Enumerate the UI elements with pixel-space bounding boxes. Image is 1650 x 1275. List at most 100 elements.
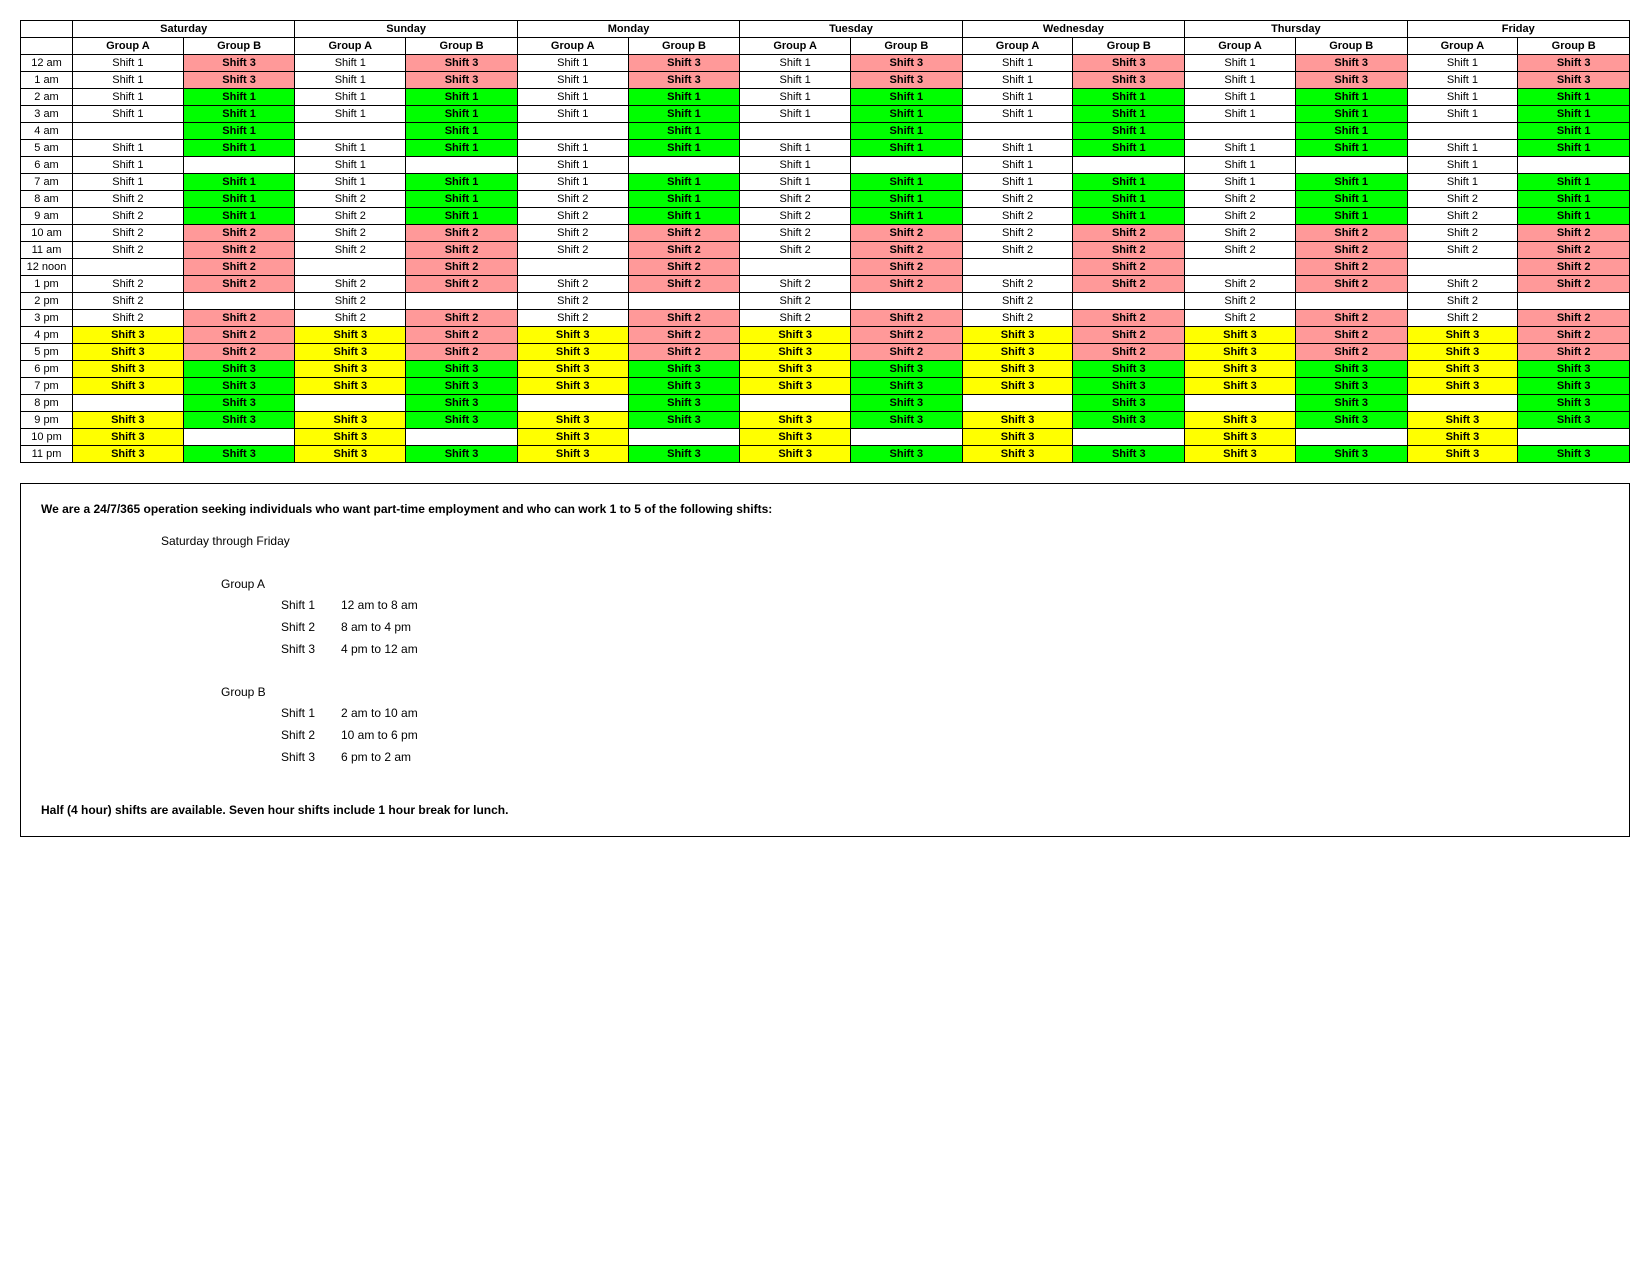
cell: Shift 3 — [851, 378, 963, 395]
cell — [406, 293, 518, 310]
cell — [1073, 293, 1185, 310]
group-a-shift1: Shift 1 12 am to 8 am — [281, 595, 1609, 617]
cell — [406, 157, 518, 174]
cell: Shift 1 — [1518, 140, 1630, 157]
cell: Shift 1 — [295, 89, 406, 106]
cell: Shift 2 — [628, 259, 740, 276]
cell: Shift 3 — [628, 446, 740, 463]
cell: Shift 1 — [1295, 208, 1407, 225]
cell: Shift 1 — [517, 55, 628, 72]
cell — [851, 429, 963, 446]
cell: Shift 3 — [183, 446, 295, 463]
cell — [295, 123, 406, 140]
cell: Shift 3 — [1407, 327, 1518, 344]
group-a-shift2: Shift 2 8 am to 4 pm — [281, 617, 1609, 639]
cell: Shift 1 — [962, 55, 1073, 72]
cell: Shift 2 — [517, 191, 628, 208]
cell — [406, 429, 518, 446]
cell: Shift 2 — [962, 191, 1073, 208]
time-label: 9 pm — [21, 412, 73, 429]
cell: Shift 1 — [1185, 140, 1296, 157]
cell: Shift 1 — [851, 89, 963, 106]
cell: Shift 1 — [740, 140, 851, 157]
cell: Shift 2 — [183, 344, 295, 361]
time-label: 7 am — [21, 174, 73, 191]
cell: Shift 2 — [183, 276, 295, 293]
group-b-shift1: Shift 1 2 am to 10 am — [281, 703, 1609, 725]
cell: Shift 2 — [851, 276, 963, 293]
cell: Shift 3 — [73, 327, 184, 344]
cell: Shift 1 — [1295, 106, 1407, 123]
cell — [183, 293, 295, 310]
cell: Shift 1 — [628, 89, 740, 106]
cell: Shift 3 — [1295, 378, 1407, 395]
cell: Shift 3 — [517, 446, 628, 463]
cell: Shift 2 — [73, 208, 184, 225]
cell — [851, 293, 963, 310]
group-b-label: Group B — [221, 682, 1609, 704]
cell: Shift 3 — [962, 361, 1073, 378]
cell: Shift 1 — [851, 208, 963, 225]
cell: Shift 3 — [1073, 72, 1185, 89]
cell: Shift 3 — [962, 429, 1073, 446]
cell: Shift 3 — [1185, 344, 1296, 361]
cell: Shift 1 — [295, 72, 406, 89]
tue-groupb: Group B — [851, 38, 963, 55]
cell: Shift 2 — [1073, 327, 1185, 344]
cell — [183, 429, 295, 446]
group-b-shift3: Shift 3 6 pm to 2 am — [281, 747, 1609, 769]
cell: Shift 2 — [1073, 276, 1185, 293]
table-row: 6 pm Shift 3 Shift 3 Shift 3 Shift 3 Shi… — [21, 361, 1630, 378]
wed-groupa: Group A — [962, 38, 1073, 55]
cell: Shift 3 — [1518, 361, 1630, 378]
time-label: 12 noon — [21, 259, 73, 276]
cell: Shift 1 — [1185, 89, 1296, 106]
cell — [1407, 259, 1518, 276]
cell: Shift 2 — [1185, 191, 1296, 208]
shift-time: 8 am to 4 pm — [341, 617, 411, 639]
wednesday-header: Wednesday — [962, 21, 1184, 38]
cell: Shift 3 — [962, 344, 1073, 361]
group-a-label: Group A — [221, 574, 1609, 596]
saturday-header: Saturday — [73, 21, 295, 38]
table-row: 2 pm Shift 2 Shift 2 Shift 2 Shift 2 Shi… — [21, 293, 1630, 310]
cell: Shift 1 — [1407, 89, 1518, 106]
wed-groupb: Group B — [1073, 38, 1185, 55]
table-row: 4 am Shift 1 Shift 1 Shift 1 Shift 1 Shi… — [21, 123, 1630, 140]
cell: Shift 3 — [1407, 412, 1518, 429]
cell — [1073, 157, 1185, 174]
cell: Shift 1 — [1518, 106, 1630, 123]
cell: Shift 3 — [183, 55, 295, 72]
cell: Shift 3 — [406, 395, 518, 412]
cell: Shift 2 — [740, 225, 851, 242]
cell: Shift 3 — [73, 429, 184, 446]
fri-groupa: Group A — [1407, 38, 1518, 55]
cell: Shift 3 — [183, 412, 295, 429]
cell: Shift 2 — [183, 225, 295, 242]
cell: Shift 1 — [517, 140, 628, 157]
info-header: We are a 24/7/365 operation seeking indi… — [41, 499, 1609, 521]
cell: Shift 2 — [851, 327, 963, 344]
cell: Shift 2 — [740, 310, 851, 327]
cell: Shift 1 — [183, 140, 295, 157]
time-label: 12 am — [21, 55, 73, 72]
cell — [628, 293, 740, 310]
table-row: 12 noon Shift 2 Shift 2 Shift 2 Shift 2 … — [21, 259, 1630, 276]
cell: Shift 3 — [295, 429, 406, 446]
cell: Shift 2 — [73, 242, 184, 259]
cell — [73, 123, 184, 140]
schedule-table: Saturday Sunday Monday Tuesday Wednesday… — [20, 20, 1630, 463]
cell: Shift 2 — [1518, 242, 1630, 259]
cell: Shift 3 — [183, 361, 295, 378]
cell: Shift 1 — [962, 140, 1073, 157]
time-label: 2 am — [21, 89, 73, 106]
time-label: 8 am — [21, 191, 73, 208]
cell: Shift 3 — [1295, 395, 1407, 412]
cell: Shift 3 — [295, 361, 406, 378]
cell: Shift 2 — [1407, 293, 1518, 310]
cell: Shift 3 — [740, 361, 851, 378]
table-row: 6 am Shift 1 Shift 1 Shift 1 Shift 1 Shi… — [21, 157, 1630, 174]
cell: Shift 2 — [962, 242, 1073, 259]
cell: Shift 2 — [406, 225, 518, 242]
cell: Shift 2 — [183, 310, 295, 327]
